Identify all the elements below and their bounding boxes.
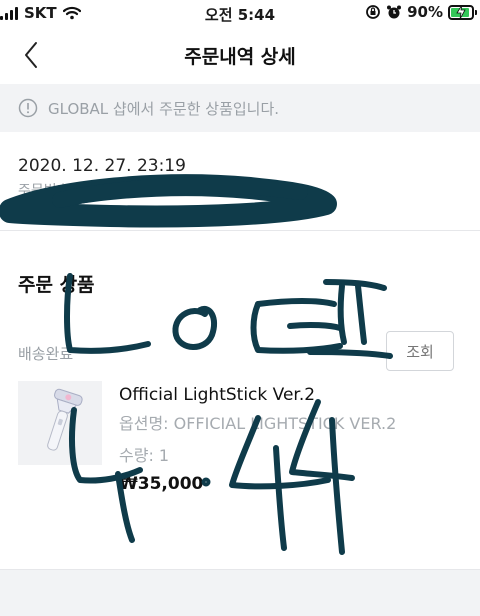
notice-text: GLOBAL 샵에서 주문한 상품입니다. xyxy=(48,99,280,118)
handwriting-stroke xyxy=(250,301,343,354)
handwriting-stroke xyxy=(172,305,218,350)
order-number-label: 주문번호 xyxy=(18,183,70,199)
product-thumbnail[interactable] xyxy=(18,381,102,465)
battery-icon xyxy=(448,4,477,20)
info-circle-icon xyxy=(18,98,38,118)
divider xyxy=(0,230,480,231)
global-shop-notice: GLOBAL 샵에서 주문한 상품입니다. xyxy=(0,84,480,132)
handwriting-stroke xyxy=(355,283,367,345)
order-date: 2020. 12. 27. 23:19 xyxy=(18,156,186,176)
shipping-status: 배송완료 xyxy=(18,345,74,363)
status-bar-right: 90% xyxy=(365,3,477,21)
lightstick-image xyxy=(47,388,83,451)
handwriting-stroke xyxy=(323,279,387,291)
orientation-lock-icon xyxy=(366,5,380,19)
handwriting-stroke xyxy=(307,349,393,359)
page-title: 주문내역 상세 xyxy=(184,46,296,68)
battery-percent: 90% xyxy=(407,3,443,21)
product-name[interactable]: Official LightStick Ver.2 xyxy=(119,385,464,405)
product-price: ₩35,000 xyxy=(119,474,204,494)
handwriting-stroke xyxy=(287,321,343,331)
bottom-spacer xyxy=(0,570,480,616)
product-option: 옵션명: OFFICIAL LIGHTSTICK VER.2 xyxy=(119,414,397,433)
navigation-bar: 주문내역 상세 xyxy=(0,28,480,82)
handwriting-stroke xyxy=(337,283,347,345)
product-details: Official LightStick Ver.2 옵션명: OFFICIAL … xyxy=(119,385,464,494)
section-title: 주문 상품 xyxy=(18,274,95,296)
handwriting-stroke xyxy=(255,298,337,307)
status-bar: SKT 오전 5:44 90% xyxy=(0,0,480,28)
alarm-clock-icon xyxy=(387,5,402,19)
product-quantity: 수량: 1 xyxy=(119,446,170,465)
tracking-lookup-button[interactable]: 조회 xyxy=(386,331,454,371)
order-info: 2020. 12. 27. 23:19 주문번호 xyxy=(18,156,186,200)
charging-bolt-icon xyxy=(456,4,466,19)
